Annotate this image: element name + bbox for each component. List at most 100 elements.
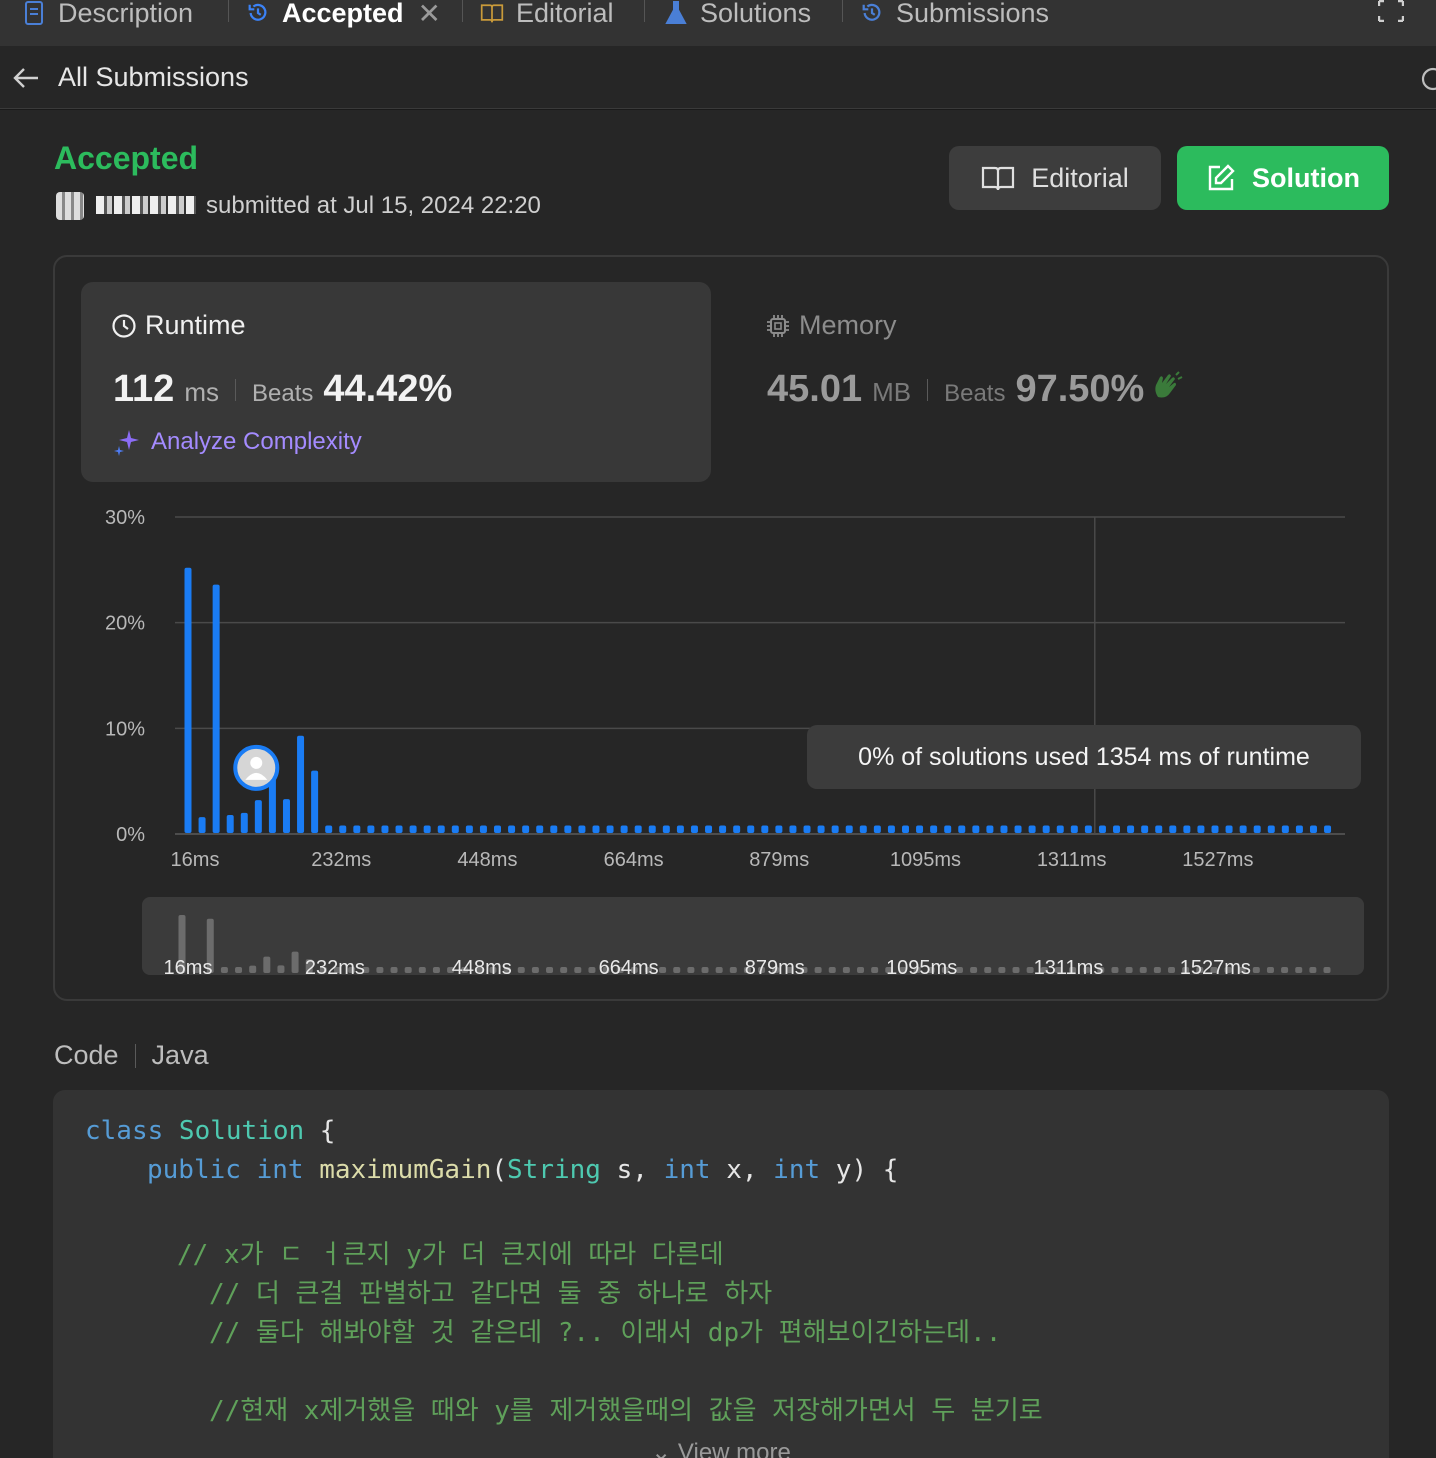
code-token: // 더 큰걸 판별하고 같다면 둘 중 하나로 하자 — [209, 1279, 773, 1309]
histogram-bar — [437, 825, 445, 833]
minimap-tick-label: 232ms — [305, 957, 365, 975]
tab-accepted[interactable]: Accepted ✕ — [246, 0, 441, 36]
minimap-bar — [1295, 967, 1303, 973]
book-icon — [982, 166, 1015, 191]
tab-label: Submissions — [896, 0, 1050, 28]
histogram-bar — [550, 825, 558, 833]
submission-panel: Accepted submitted at Jul 15, 2024 22:20… — [0, 110, 1436, 1458]
minimap-bar — [277, 965, 285, 973]
minimap-bar — [1281, 967, 1289, 973]
histogram-bar — [297, 735, 305, 833]
histogram-bar — [226, 814, 234, 833]
histogram-bar — [1070, 825, 1078, 833]
runtime-distribution-chart[interactable]: 30% 20% 10% 0% 16ms 232ms 448ms 664ms 879ms 1095m… — [85, 502, 1375, 882]
minimap-bar — [1323, 967, 1331, 973]
histogram-bar — [423, 825, 431, 833]
tab-description[interactable]: Description — [22, 0, 193, 36]
tab-editorial[interactable]: Editorial — [480, 0, 614, 36]
arrow-left-icon[interactable] — [12, 64, 40, 92]
code-language: Java — [151, 1040, 209, 1070]
memory-title[interactable]: Memory — [765, 310, 897, 341]
histogram-bar — [676, 825, 684, 833]
histogram-bar — [240, 812, 248, 833]
histogram-bar — [1267, 825, 1275, 833]
runtime-title: Runtime — [111, 310, 246, 341]
clapping-hands-icon — [1155, 371, 1183, 398]
histogram-bar — [282, 799, 290, 833]
divider — [234, 379, 236, 401]
histogram-bar — [606, 825, 614, 833]
submitted-time: submitted at Jul 15, 2024 22:20 — [206, 192, 541, 219]
code-token: ( — [491, 1155, 508, 1185]
code-token: y) { — [820, 1155, 899, 1185]
editorial-button[interactable]: Editorial — [949, 146, 1161, 210]
minimap-bar — [432, 967, 440, 973]
minimap-bar — [220, 967, 228, 973]
minimap-bar — [235, 967, 243, 973]
view-more-label: View more — [677, 1439, 791, 1458]
all-submissions-link[interactable]: All Submissions — [58, 62, 249, 93]
divider — [134, 1043, 136, 1068]
close-icon[interactable]: ✕ — [418, 0, 441, 30]
minimap-bar — [546, 967, 554, 973]
histogram-bar — [1169, 825, 1177, 833]
code-line: // 더 큰걸 판별하고 같다면 둘 중 하나로 하자 — [209, 1273, 772, 1310]
histogram-bar — [1155, 825, 1163, 833]
tab-label: Editorial — [516, 0, 614, 28]
sparkle-icon — [114, 430, 139, 456]
histogram-bar — [1000, 825, 1008, 833]
minimap-bar — [687, 967, 695, 973]
histogram-bar — [831, 825, 839, 833]
code-token: int — [663, 1155, 711, 1185]
histogram-bar — [873, 825, 881, 833]
username-redacted[interactable] — [96, 196, 196, 214]
tab-label: Description — [58, 0, 194, 28]
minimap-tick-label: 664ms — [599, 957, 659, 975]
tab-divider — [842, 0, 843, 22]
stats-card: Runtime 112 ms Beats 44.42% Analyze Comp… — [53, 255, 1389, 1001]
minimap-bar — [673, 967, 681, 973]
x-tick-label: 879ms — [749, 849, 809, 871]
histogram-bar — [1324, 825, 1332, 833]
solution-button[interactable]: Solution — [1177, 146, 1389, 210]
runtime-panel[interactable]: Runtime 112 ms Beats 44.42% Analyze Comp… — [81, 282, 711, 482]
code-token: // x가 ㄷ ㅓ큰지 y가 더 큰지에 따라 다른데 — [177, 1240, 724, 1270]
minimap-bar — [404, 967, 412, 973]
edit-icon — [1208, 164, 1235, 191]
minimap-bar — [828, 967, 836, 973]
histogram-bar — [367, 825, 375, 833]
histogram-bar — [198, 817, 206, 833]
tab-solutions[interactable]: Solutions — [664, 0, 811, 36]
code-line: public int maximumGain(String s, int x, … — [147, 1155, 898, 1185]
minimap-bar — [517, 967, 525, 973]
tab-submissions[interactable]: Submissions — [860, 0, 1049, 36]
histogram-bar — [789, 825, 797, 833]
flask-icon — [665, 1, 687, 24]
histogram-bar — [1295, 825, 1303, 833]
minimap-bar — [531, 967, 539, 973]
histogram-bar — [1253, 825, 1261, 833]
fullscreen-icon[interactable] — [1378, 0, 1404, 22]
minimap-bar — [1125, 967, 1133, 973]
minimap-bar — [1026, 967, 1034, 973]
chart-range-slider[interactable]: 16ms 232ms 448ms 664ms 879ms 1095ms 1311ms 1527… — [142, 897, 1364, 975]
avatar[interactable] — [56, 192, 84, 220]
book-icon — [480, 4, 504, 23]
runtime-beats-label: Beats — [251, 380, 314, 407]
y-tick-label: 10% — [105, 718, 145, 740]
minimap-bar — [1012, 967, 1020, 973]
minimap-bar — [1139, 967, 1147, 973]
analyze-complexity-link[interactable]: Analyze Complexity — [113, 428, 362, 456]
code-block[interactable]: ⌄ View more class Solution {public int m… — [53, 1090, 1389, 1458]
view-more-button[interactable]: ⌄ View more — [53, 1438, 1389, 1458]
minimap-tick-label: 448ms — [452, 957, 512, 975]
history-icon — [862, 3, 881, 21]
cloud-icon[interactable] — [1420, 66, 1436, 92]
minimap-bar — [418, 967, 426, 973]
histogram-bar — [930, 825, 938, 833]
minimap-bar — [701, 967, 709, 973]
histogram-bar — [620, 825, 628, 833]
histogram-bar — [916, 825, 924, 833]
histogram-bar — [522, 825, 530, 833]
runtime-value-row: 112 ms Beats 44.42% — [113, 368, 452, 411]
